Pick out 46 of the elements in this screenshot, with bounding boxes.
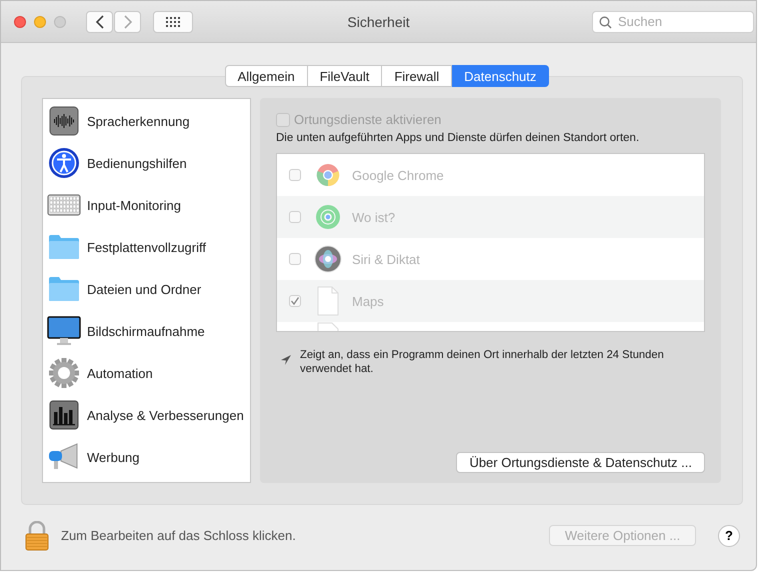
radar-icon bbox=[315, 204, 341, 230]
chevron-left-icon bbox=[94, 14, 104, 28]
back-button[interactable] bbox=[86, 10, 113, 32]
tab[interactable]: FileVault bbox=[308, 65, 382, 87]
about-button[interactable]: Über Ortungsdienste & Datenschutz ... bbox=[456, 452, 705, 473]
window-title: Sicherheit bbox=[347, 14, 410, 30]
orb-icon bbox=[314, 245, 342, 273]
padlock-icon[interactable] bbox=[25, 520, 49, 550]
folder-icon bbox=[48, 276, 80, 302]
zoom-button[interactable] bbox=[54, 16, 66, 28]
monitor-icon bbox=[47, 316, 81, 346]
tab[interactable]: Firewall bbox=[382, 65, 452, 87]
legend-text: Zeigt an, dass ein Programm deinen Ort innerhalb der letzten 24 Stunden verwendet hat. bbox=[300, 348, 665, 376]
tab[interactable]: Datenschutz bbox=[452, 65, 550, 87]
search-field[interactable]: Suchen bbox=[592, 10, 754, 32]
gear-icon bbox=[48, 357, 80, 389]
lock-hint-text: Zum Bearbeiten auf das Schloss klicken. bbox=[61, 528, 296, 543]
sidebar-item[interactable]: Spracherkennung bbox=[43, 100, 250, 142]
show-all-button[interactable] bbox=[153, 10, 193, 32]
browser-icon bbox=[315, 162, 341, 188]
bar-chart-icon bbox=[49, 400, 79, 430]
checkbox[interactable] bbox=[289, 169, 301, 181]
close-button[interactable] bbox=[14, 16, 26, 28]
checkbox[interactable] bbox=[289, 211, 301, 223]
keyboard-icon bbox=[47, 194, 81, 216]
checkbox[interactable] bbox=[289, 253, 301, 265]
sidebar-item[interactable]: Dateien und Ordner bbox=[43, 268, 250, 310]
sidebar-item[interactable]: Bedienungshilfen bbox=[43, 142, 250, 184]
search-icon bbox=[599, 16, 612, 28]
sidebar-item[interactable]: Werbung bbox=[43, 436, 250, 478]
sidebar-item[interactable]: Bildschirmaufnahme bbox=[43, 310, 250, 352]
tab[interactable]: Allgemein bbox=[224, 65, 308, 87]
grid-icon bbox=[166, 16, 180, 26]
checkbox[interactable] bbox=[289, 295, 301, 307]
waveform-icon bbox=[49, 106, 79, 136]
chevron-right-icon bbox=[122, 14, 132, 28]
sidebar-item[interactable]: Automation bbox=[43, 352, 250, 394]
location-arrow-icon bbox=[280, 354, 292, 366]
folder-icon bbox=[48, 234, 80, 260]
sidebar-item[interactable]: Analyse & Verbesserungen bbox=[43, 394, 250, 436]
accessibility-icon bbox=[48, 147, 80, 179]
description-text: Die unten aufgeführten Apps und Dienste dürfen deinen Standort orten. bbox=[276, 132, 640, 144]
minimize-button[interactable] bbox=[34, 16, 46, 28]
help-button[interactable]: ? bbox=[718, 524, 740, 546]
sidebar-item[interactable]: Festplattenvollzugriff bbox=[43, 226, 250, 268]
sidebar-item[interactable]: Input-Monitoring bbox=[43, 184, 250, 226]
